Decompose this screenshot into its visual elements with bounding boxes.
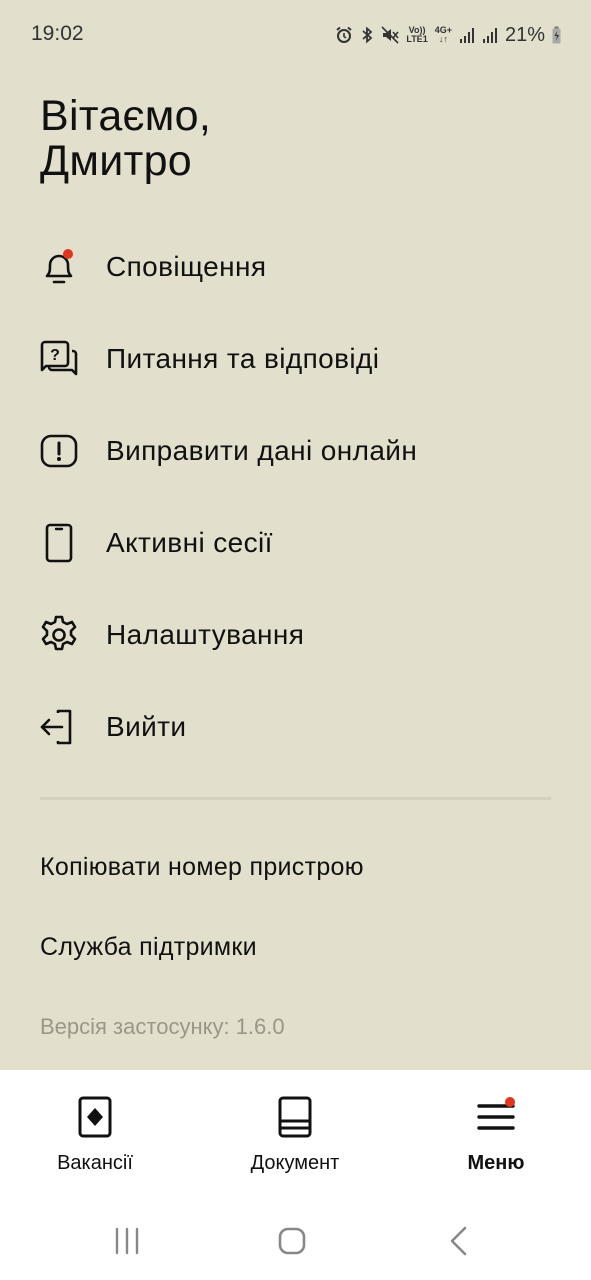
menu-divider (40, 797, 551, 800)
app-version: Версія застосунку: 1.6.0 (40, 1014, 285, 1039)
greeting-line-1: Вітаємо, (40, 92, 212, 140)
copy-device-number-link[interactable]: Копіювати номер пристрою (40, 853, 364, 882)
menu-item-fix-data[interactable]: Виправити дані онлайн (0, 405, 591, 497)
mute-icon (381, 26, 399, 44)
signal-icon-1 (459, 28, 474, 43)
gear-icon (38, 615, 80, 655)
volte-bottom-label: LTE1 (406, 34, 428, 44)
menu-item-notifications[interactable]: Сповіщення (0, 221, 591, 313)
menu-label-fix-data: Виправити дані онлайн (106, 435, 418, 466)
menu-item-logout[interactable]: Вийти (0, 681, 591, 773)
menu-label-notifications: Сповіщення (106, 251, 267, 282)
greeting-title: Вітаємо, Дмитро (40, 94, 460, 184)
alarm-icon (336, 26, 352, 43)
volte-indicator: Vo)) LTE1 (406, 26, 427, 44)
bell-icon (38, 247, 80, 287)
status-bar: 19:02 Vo)) LTE1 4G+ ↓↑ 21% (0, 0, 591, 70)
recent-apps-icon[interactable] (112, 1226, 142, 1256)
menu-label-sessions: Активні сесії (106, 527, 273, 558)
tab-label-vacancies: Вакансії (57, 1152, 133, 1174)
status-icons: Vo)) LTE1 4G+ ↓↑ 21% (335, 22, 561, 48)
svg-text:?: ? (50, 347, 60, 364)
logout-icon (38, 707, 80, 747)
tab-menu[interactable]: Меню (401, 1094, 591, 1184)
phone-icon (38, 523, 80, 563)
vacancy-card-icon (0, 1094, 190, 1140)
tab-vacancies[interactable]: Вакансії (0, 1094, 190, 1184)
tab-label-menu: Меню (467, 1152, 525, 1174)
main-menu: Сповіщення ? Питання та відповіді Виправ… (0, 221, 591, 773)
hamburger-menu-icon (401, 1094, 591, 1140)
battery-percent: 21% (504, 23, 545, 46)
system-nav-bar (0, 1200, 591, 1280)
menu-label-faq: Питання та відповіді (106, 343, 380, 374)
menu-item-sessions[interactable]: Активні сесії (0, 497, 591, 589)
home-icon[interactable] (277, 1226, 307, 1256)
menu-item-faq[interactable]: ? Питання та відповіді (0, 313, 591, 405)
tab-label-document: Документ (250, 1152, 340, 1174)
tab-document[interactable]: Документ (200, 1094, 390, 1184)
data-arrows-icon: ↓↑ (438, 34, 448, 44)
greeting-line-2: Дмитро (40, 137, 193, 185)
document-icon (200, 1094, 390, 1140)
battery-icon (552, 26, 561, 44)
support-link[interactable]: Служба підтримки (40, 933, 257, 962)
exclamation-icon (38, 431, 80, 471)
menu-label-settings: Налаштування (106, 619, 305, 650)
status-time: 19:02 (31, 22, 84, 45)
signal-icon-2 (482, 28, 497, 43)
bluetooth-icon (362, 26, 373, 44)
back-icon[interactable] (444, 1226, 474, 1256)
network-indicator: 4G+ ↓↑ (435, 26, 452, 44)
menu-label-logout: Вийти (106, 711, 187, 742)
menu-item-settings[interactable]: Налаштування (0, 589, 591, 681)
question-chat-icon: ? (38, 339, 80, 379)
